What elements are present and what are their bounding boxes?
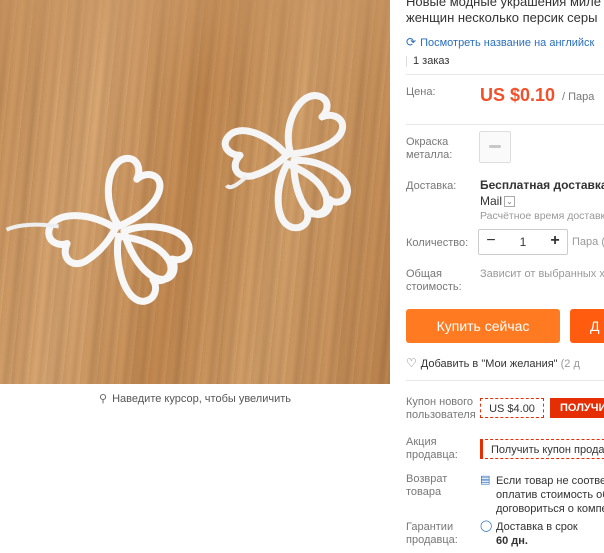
wishlist-text: Добавить в "Мои желания" xyxy=(420,358,558,370)
get-coupon-button[interactable]: ПОЛУЧИ xyxy=(550,398,604,418)
returns-line2: оплатив стоимость об xyxy=(496,489,604,501)
guarantee-line1: Доставка в срок xyxy=(496,521,578,533)
coupon-label-line1: Купон нового xyxy=(406,396,474,408)
translate-link-text: Посмотреть название на английск xyxy=(420,37,595,49)
guarantee-line2: 60 дн. xyxy=(496,535,528,547)
seller-promo-label: Акция продавца: xyxy=(406,436,458,462)
shipping-estimate: Расчётное время доставк xyxy=(480,210,604,222)
seller-promo-label-line1: Акция xyxy=(406,436,437,448)
chevron-down-icon: ⌄ xyxy=(504,196,516,208)
color-label: Окраска металла: xyxy=(406,136,452,162)
quantity-label: Количество: xyxy=(406,237,469,249)
total-label-line2: стоимость: xyxy=(406,281,462,293)
heart-icon: ♡ xyxy=(406,356,417,370)
coupon-label-line2: пользователя xyxy=(406,409,476,421)
returns-line1: Если товар не соответ xyxy=(496,475,604,487)
zoom-hint-text: Наведите курсор, чтобы увеличить xyxy=(112,393,292,405)
returns-line3: договориться о компе xyxy=(496,503,604,515)
color-label-line1: Окраска xyxy=(406,136,449,148)
returns-label-line2: товара xyxy=(406,486,442,498)
orders-count: 1 заказ xyxy=(406,55,449,67)
price-unit: / Пара xyxy=(562,91,595,103)
returns-label: Возврат товара xyxy=(406,473,447,499)
earrings-illustration xyxy=(5,92,352,305)
add-to-cart-button[interactable]: Д xyxy=(570,309,604,343)
orders-text: 1 заказ xyxy=(413,55,450,67)
quantity-input[interactable]: 1 xyxy=(503,230,543,254)
magnifier-icon: ⚲ xyxy=(98,393,108,405)
seller-promo-label-line2: продавца: xyxy=(406,449,458,461)
shield-icon: ◯ xyxy=(480,520,493,532)
guarantee-text: Доставка в срок 60 дн. xyxy=(496,520,578,548)
quantity-unit: Пара ( xyxy=(572,236,604,248)
product-image[interactable] xyxy=(0,0,390,384)
get-seller-coupon-button[interactable]: Получить купон прода xyxy=(480,439,604,459)
buy-now-button[interactable]: Купить сейчас xyxy=(406,309,560,343)
price-label: Цена: xyxy=(406,86,436,98)
coupon-label: Купон нового пользователя xyxy=(406,396,476,422)
total-label-line1: Общая xyxy=(406,268,442,280)
translate-icon: ⟳ xyxy=(406,35,417,49)
divider xyxy=(406,74,604,75)
total-value: Зависит от выбранных ха xyxy=(480,268,604,280)
shipping-label: Доставка: xyxy=(406,180,457,192)
zoom-hint: ⚲ Наведите курсор, чтобы увеличить xyxy=(0,392,390,405)
shipping-method-select[interactable]: Mail ⌄ xyxy=(480,194,516,208)
guarantee-label-line2: продавца: xyxy=(406,534,458,546)
shipping-method: Mail xyxy=(480,194,503,208)
shipping-main: Бесплатная доставка в xyxy=(480,178,604,192)
price-value: US $0.10 xyxy=(480,85,556,105)
returns-label-line1: Возврат xyxy=(406,473,448,485)
product-title: Новые модные украшения миле женщин неско… xyxy=(406,0,604,26)
quantity-stepper: − 1 + xyxy=(478,229,568,255)
divider xyxy=(406,124,604,125)
left-earring xyxy=(5,154,193,305)
add-to-wishlist-link[interactable]: ♡ Добавить в "Мои желания" (2 д xyxy=(406,356,580,370)
returns-text: Если товар не соответ оплатив стоимость … xyxy=(496,474,604,516)
color-swatch[interactable] xyxy=(479,131,511,163)
right-earring xyxy=(221,92,352,232)
total-label: Общая стоимость: xyxy=(406,268,462,294)
product-title-line1: Новые модные украшения миле xyxy=(406,0,601,9)
divider xyxy=(406,55,407,67)
return-icon: ▤ xyxy=(480,474,491,486)
wishlist-count: (2 д xyxy=(560,358,580,370)
guarantee-label-line1: Гарантии xyxy=(406,521,454,533)
product-title-line2: женщин несколько персик серы xyxy=(406,10,598,25)
divider xyxy=(406,380,604,381)
swatch-thumbnail xyxy=(489,145,501,148)
guarantee-label: Гарантии продавца: xyxy=(406,521,458,547)
coupon-amount: US $4.00 xyxy=(480,398,544,418)
quantity-decrease-button[interactable]: − xyxy=(479,230,503,254)
translate-title-link[interactable]: ⟳ Посмотреть название на английск xyxy=(406,35,594,49)
quantity-increase-button[interactable]: + xyxy=(543,230,567,254)
color-label-line2: металла: xyxy=(406,149,453,161)
product-info-panel: Новые модные украшения миле женщин неско… xyxy=(396,0,604,553)
